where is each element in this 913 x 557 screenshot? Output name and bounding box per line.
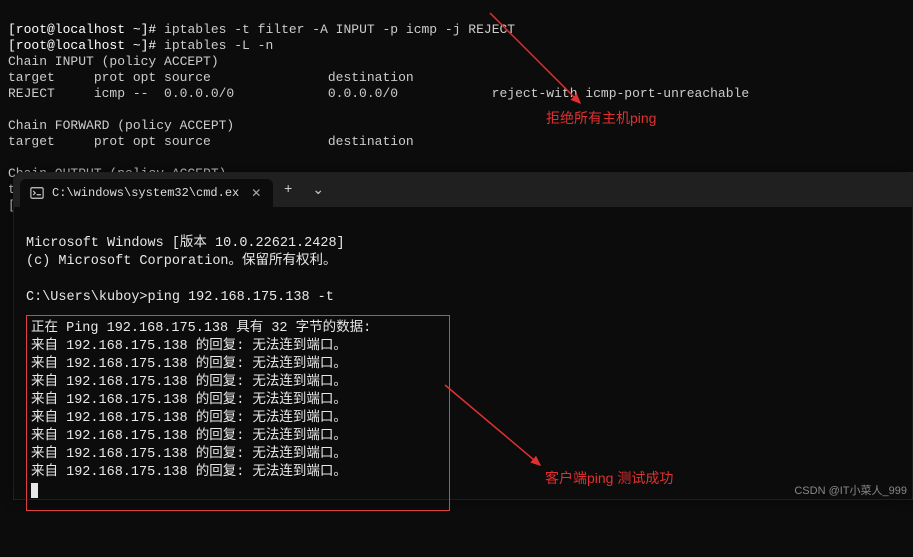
ping-reply-line: 来自 192.168.175.138 的回复: 无法连到端口。 [31,447,347,462]
new-tab-button[interactable]: + [273,175,303,205]
terminal-icon [30,186,44,200]
chain-forward: Chain FORWARD (policy ACCEPT) [8,118,234,133]
watermark: CSDN @IT小菜人_999 [794,482,907,498]
ping-reply-line: 来自 192.168.175.138 的回复: 无法连到端口。 [31,411,347,426]
banner-line: (c) Microsoft Corporation。保留所有权利。 [26,254,337,269]
cmd-command: ping 192.168.175.138 -t [148,290,334,305]
ping-reply-line: 来自 192.168.175.138 的回复: 无法连到端口。 [31,375,347,390]
ping-reply-line: 来自 192.168.175.138 的回复: 无法连到端口。 [31,357,347,372]
ping-reply-line: 来自 192.168.175.138 的回复: 无法连到端口。 [31,429,347,444]
tab-cmd[interactable]: C:\windows\system32\cmd.ex ✕ [20,179,273,207]
close-icon[interactable]: ✕ [247,184,265,202]
ping-reply-line: 来自 192.168.175.138 的回复: 无法连到端口。 [31,393,347,408]
ping-header: 正在 Ping 192.168.175.138 具有 32 字节的数据: [31,321,371,336]
annotation-2: 客户端ping 测试成功 [545,468,673,488]
titlebar: C:\windows\system32\cmd.ex ✕ + ⌄ [14,173,912,207]
rule-line: REJECT icmp -- 0.0.0.0/0 0.0.0.0/0 rejec… [8,86,749,101]
table-header: target prot opt source destination [8,134,414,149]
cmd-body[interactable]: Microsoft Windows [版本 10.0.22621.2428] (… [14,207,912,557]
table-header: target prot opt source destination [8,70,414,85]
chain-input: Chain INPUT (policy ACCEPT) [8,54,219,69]
ping-output-box: 正在 Ping 192.168.175.138 具有 32 字节的数据: 来自 … [26,315,450,511]
banner-line: Microsoft Windows [版本 10.0.22621.2428] [26,236,345,251]
tab-title: C:\windows\system32\cmd.ex [52,186,239,200]
prompt: [root@localhost ~]# [8,38,156,53]
command-1: iptables -t filter -A INPUT -p icmp -j R… [164,22,515,37]
prompt: [root@localhost ~]# [8,22,156,37]
text-cursor [31,483,38,498]
cmd-prompt: C:\Users\kuboy> [26,290,148,305]
tab-dropdown-button[interactable]: ⌄ [303,175,333,205]
ping-reply-line: 来自 192.168.175.138 的回复: 无法连到端口。 [31,465,347,480]
command-2: iptables -L -n [164,38,273,53]
annotation-1: 拒绝所有主机ping [546,108,656,128]
ping-reply-line: 来自 192.168.175.138 的回复: 无法连到端口。 [31,339,347,354]
cmd-window: C:\windows\system32\cmd.ex ✕ + ⌄ Microso… [14,173,912,499]
